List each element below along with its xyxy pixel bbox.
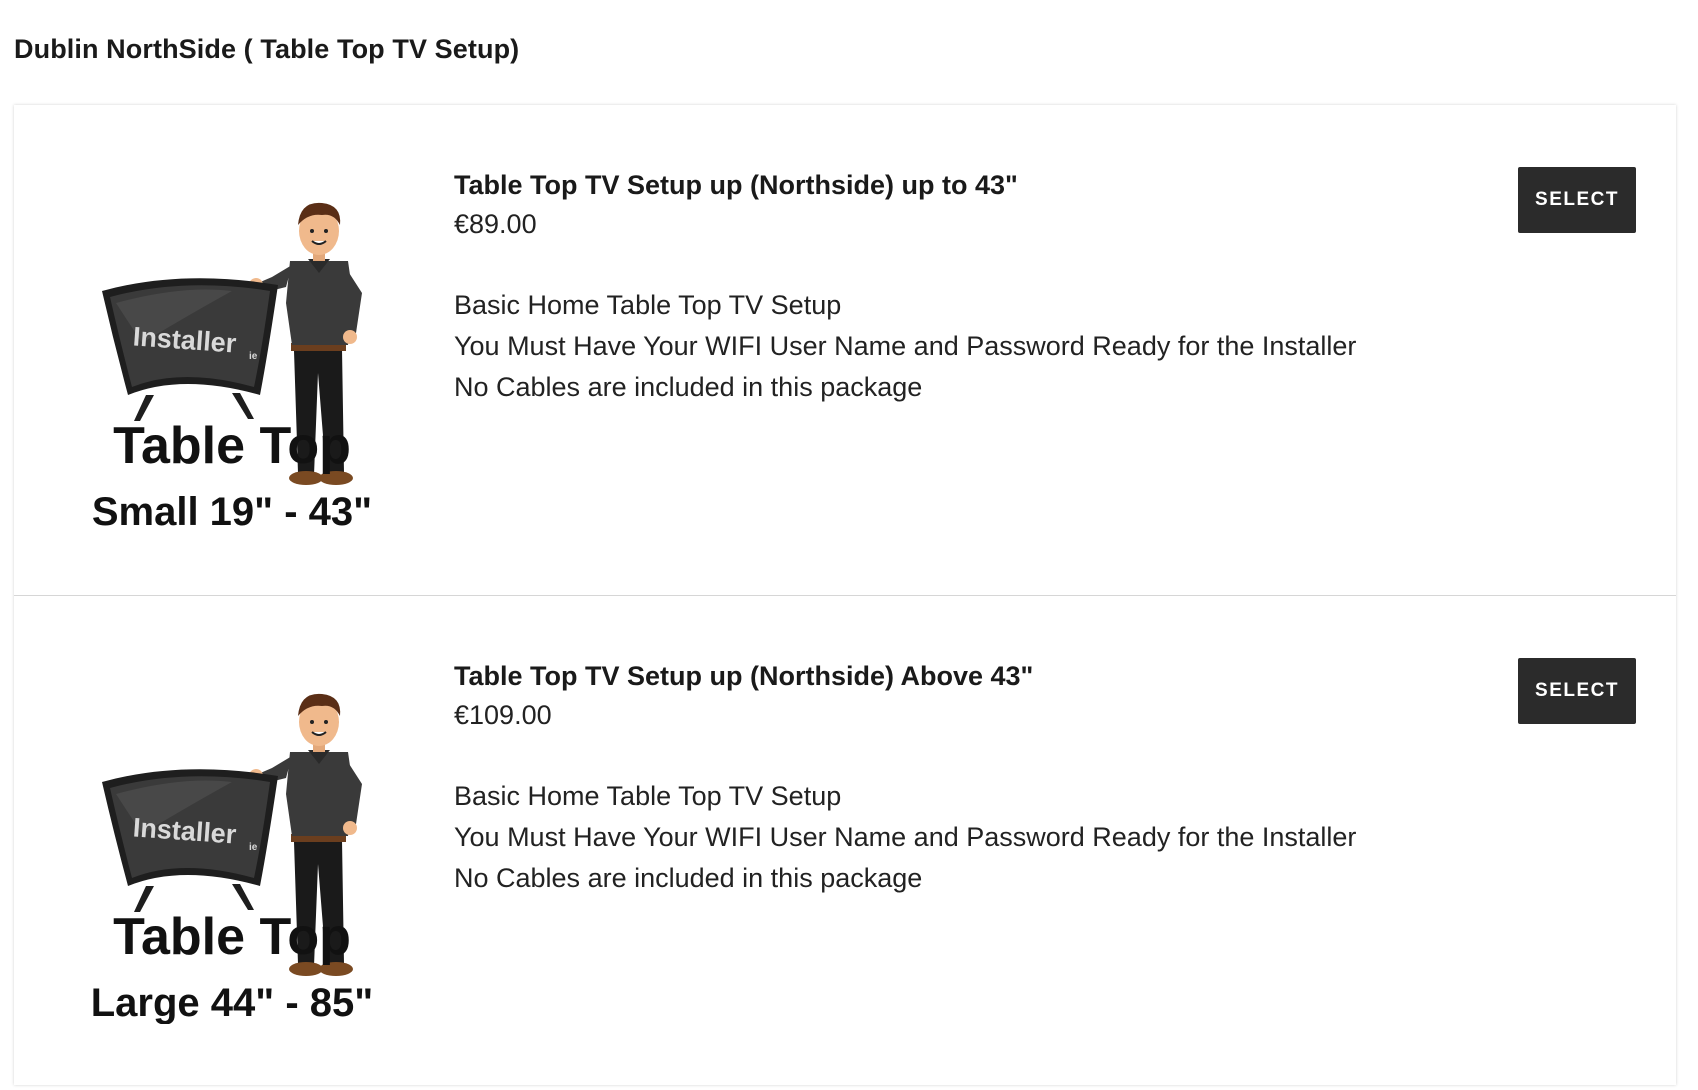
select-button[interactable]: SELECT [1518,167,1636,233]
image-title-line2: Small 19" - 43" [92,490,372,533]
service-name: Table Top TV Setup up (Northside) up to … [454,170,1018,200]
service-price: €89.00 [454,209,537,239]
logo-suffix: ie [249,351,258,362]
booking-page: Dublin NorthSide ( Table Top TV Setup) I… [0,0,1698,1090]
description-line: Basic Home Table Top TV Setup [454,290,842,320]
service-image: Installer ie Table Top Large 44" - 85" [72,664,432,1024]
select-button[interactable]: SELECT [1518,658,1636,724]
description-line: No Cables are included in this package [454,863,923,893]
logo-suffix: ie [249,842,258,853]
service-price: €109.00 [454,700,552,730]
service-info: Table Top TV Setup up (Northside) up to … [454,167,1454,408]
description-line: Basic Home Table Top TV Setup [454,781,842,811]
service-description: Basic Home Table Top TV Setup You Must H… [454,776,1454,899]
service-image: Installer ie Table Top Small 19" - 43" [72,173,432,533]
description-line: You Must Have Your WIFI User Name and Pa… [454,331,1357,361]
image-title-line2: Large 44" - 85" [91,981,374,1024]
service-item[interactable]: Installer ie Table Top Small 19" - 43" T… [14,105,1676,595]
category-title: Dublin NorthSide ( Table Top TV Setup) [14,34,520,64]
service-name: Table Top TV Setup up (Northside) Above … [454,661,1034,691]
service-description: Basic Home Table Top TV Setup You Must H… [454,285,1454,408]
image-title-line1: Table Top [113,908,351,966]
service-list: Installer ie Table Top Small 19" - 43" T… [14,105,1676,1085]
installer-illustration: Installer ie Table Top Large 44" - 85" [91,693,374,1024]
description-line: You Must Have Your WIFI User Name and Pa… [454,822,1357,852]
service-info: Table Top TV Setup up (Northside) Above … [454,658,1454,899]
service-item[interactable]: Installer ie Table Top Large 44" - 85" T… [14,595,1676,1085]
image-title-line1: Table Top [113,417,351,475]
tv-icon: Installer ie [102,278,278,421]
description-line: No Cables are included in this package [454,372,923,402]
tv-icon: Installer ie [102,769,278,912]
installer-illustration: Installer ie Table Top Small 19" - 43" [92,202,372,533]
